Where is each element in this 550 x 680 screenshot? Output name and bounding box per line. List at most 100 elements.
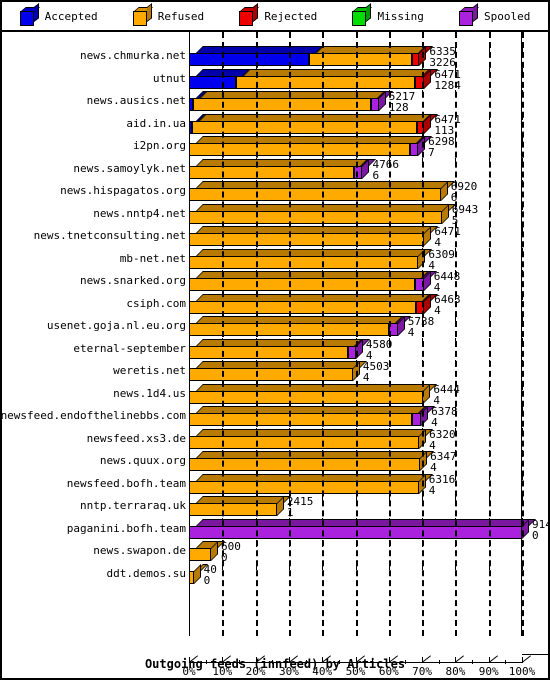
bar-segment-spooled bbox=[409, 143, 419, 156]
bar-value-label: 91480 bbox=[532, 519, 548, 541]
bar-segment-top bbox=[196, 181, 455, 188]
bar-value-label: 6471 1284 bbox=[434, 69, 461, 91]
bar-value-secondary: 6 bbox=[450, 191, 458, 204]
table-row: mb-net.net 6309 4 bbox=[2, 247, 548, 271]
table-row: news.snarked.org 6448 4 bbox=[2, 270, 548, 293]
bar-value-secondary: 1 bbox=[286, 506, 294, 519]
bar-segment-top bbox=[196, 248, 433, 256]
bar-value-secondary: 4 bbox=[407, 326, 415, 339]
bar-value-total: 6463 bbox=[434, 292, 461, 306]
bar-value-label: 6471 4 bbox=[434, 226, 461, 248]
bar-segment-refused bbox=[189, 413, 413, 426]
bar-category-label: utnut bbox=[152, 71, 186, 85]
bar-segment-top bbox=[196, 203, 456, 211]
bar-value-label: 5738 4 bbox=[408, 316, 435, 338]
bar-category-label: eternal-september bbox=[73, 341, 186, 355]
bar-category-label: i2pn.org bbox=[133, 139, 186, 152]
bar-category-label: nntp.terraraq.uk bbox=[80, 499, 186, 512]
bar-value-secondary: 113 bbox=[434, 123, 455, 137]
bar-value-total: 6316 bbox=[428, 472, 456, 486]
bar-segment-top bbox=[196, 316, 404, 323]
bar-segment-top bbox=[199, 91, 386, 98]
chart-page: Accepted Refused Rejected Missing Spooled ne… bbox=[0, 0, 550, 680]
bar-value-label: 6444 4 bbox=[433, 384, 460, 406]
table-row: news.swapon.de 600 0 bbox=[2, 540, 548, 563]
bar-value-total: 6471 bbox=[434, 67, 461, 81]
bar-segment-refused bbox=[192, 98, 372, 111]
bar-value-secondary: 4 bbox=[365, 348, 373, 362]
table-row: news.1d4.us 6444 4 bbox=[2, 382, 548, 406]
bar-value-total: 6943 bbox=[451, 202, 479, 216]
bar-segment-refused bbox=[308, 53, 413, 66]
bar-segment-refused bbox=[189, 435, 420, 449]
bar-category-label: paganini.bofh.team bbox=[66, 521, 186, 535]
bar-category-label: csiph.com bbox=[126, 296, 186, 310]
bar-value-secondary: 4 bbox=[428, 483, 436, 497]
legend-label: Missing bbox=[377, 9, 424, 23]
bar-value-secondary: 4 bbox=[429, 438, 436, 452]
legend-item-refused: Refused bbox=[132, 2, 204, 26]
table-row: i2pn.org 6298 7 bbox=[2, 135, 548, 158]
bar-segment-top bbox=[196, 383, 438, 391]
bar-value-secondary: 4 bbox=[434, 236, 442, 249]
bar-segment-top bbox=[242, 68, 430, 76]
bar-segment-top bbox=[196, 518, 536, 526]
cube-icon bbox=[239, 2, 260, 26]
bar-value-secondary: 3226 bbox=[429, 56, 456, 69]
bar-segment-top bbox=[196, 293, 430, 301]
bar-category-label: news.chmurka.net bbox=[80, 49, 186, 62]
bar-segment-refused bbox=[189, 323, 390, 336]
bar-value-label: 4766 6 bbox=[372, 159, 399, 181]
table-row: news.samoylyk.net 4766 6 bbox=[2, 157, 548, 181]
table-row: eternal-september 4580 4 bbox=[2, 337, 548, 362]
legend-label: Spooled bbox=[484, 9, 531, 23]
bar-category-label: news.quux.org bbox=[99, 454, 186, 467]
bar-value-label: 6378 4 bbox=[431, 406, 458, 428]
bar-value-secondary: 4 bbox=[433, 393, 441, 407]
bar-segment-refused bbox=[189, 480, 419, 494]
x-axis-title: Outgoing feeds (innfeed) by Articles bbox=[144, 657, 406, 671]
bar-value-label: 6298 7 bbox=[428, 136, 455, 158]
table-row: usenet.goja.nl.eu.org 5738 4 bbox=[2, 315, 548, 338]
cube-icon bbox=[19, 2, 40, 26]
table-row: newsfeed.endofthelinebbs.com 6378 4 bbox=[2, 405, 548, 428]
bar-segment-refused bbox=[189, 300, 416, 314]
table-row: weretis.net 4503 4 bbox=[2, 360, 548, 383]
bar-segment-refused bbox=[189, 278, 416, 291]
bar-category-label: news.tnetconsulting.net bbox=[33, 229, 186, 242]
y-axis-line bbox=[189, 32, 190, 636]
bar-segment-spooled bbox=[371, 98, 379, 111]
bar-value-secondary: 4 bbox=[434, 303, 441, 317]
bar-category-label: newsfeed.bofh.team bbox=[66, 476, 186, 490]
bar-segment-refused bbox=[189, 255, 419, 269]
bar-segment-top bbox=[196, 338, 362, 346]
bar-segment-rejected bbox=[417, 120, 425, 134]
table-row: news.quux.org 6347 4 bbox=[2, 450, 548, 473]
table-row: aid.in.ua 6471 113 bbox=[2, 112, 548, 136]
bar-segment-spooled bbox=[389, 323, 398, 336]
legend-label: Rejected bbox=[264, 9, 318, 23]
bar-segment-top bbox=[196, 68, 250, 76]
legend-item-rejected: Rejected bbox=[239, 2, 318, 26]
bar-segment-top bbox=[199, 113, 432, 121]
bar-segment-top bbox=[196, 473, 433, 481]
table-row: news.tnetconsulting.net 6471 4 bbox=[2, 225, 548, 248]
bar-segment-refused bbox=[192, 120, 418, 134]
bar-segment-refused bbox=[189, 368, 353, 381]
bar-category-label: aid.in.ua bbox=[126, 116, 186, 130]
bar-value-label: 6471 113 bbox=[434, 114, 461, 136]
legend-item-missing: Missing bbox=[352, 2, 424, 26]
bar-value-secondary: 0 bbox=[220, 551, 228, 564]
bar-segment-top bbox=[196, 136, 424, 143]
bar-segment-top bbox=[196, 226, 439, 233]
axis-100-line bbox=[521, 32, 522, 636]
bar-value-secondary: 4 bbox=[433, 281, 441, 294]
bar-segment-spooled bbox=[189, 525, 522, 539]
bar-value-label: 2415 1 bbox=[287, 496, 314, 518]
bar-value-secondary: 128 bbox=[388, 101, 409, 114]
bar-segment-refused bbox=[189, 390, 424, 404]
bar-segment-top bbox=[196, 271, 430, 278]
bar-value-label: 6943 5 bbox=[452, 204, 479, 226]
gridline-ticks bbox=[189, 562, 523, 571]
bar-category-label: weretis.net bbox=[113, 364, 186, 377]
